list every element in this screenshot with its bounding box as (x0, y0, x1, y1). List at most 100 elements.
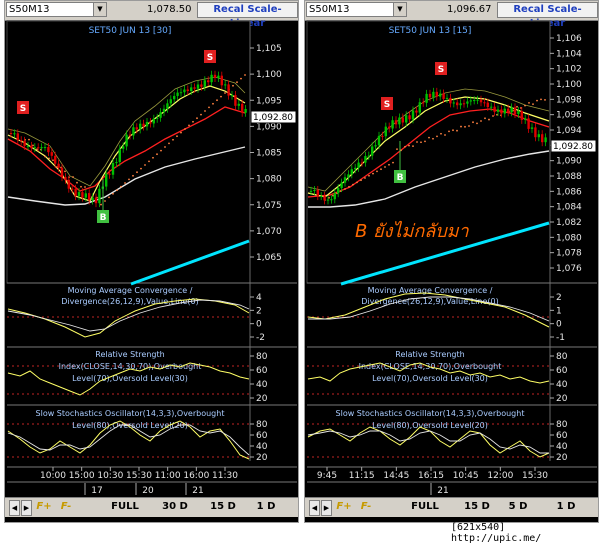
right-candle-body (534, 127, 537, 138)
left-price-tick-label: 1,080 (256, 175, 282, 185)
left-chart-title: SET50 JUN 13 [30] (89, 26, 172, 36)
right-candle-body (524, 118, 527, 120)
right-time-tick-label: 11:15 (349, 471, 375, 481)
left-time-tick-label: 10:00 (40, 471, 66, 481)
left-candle-body (244, 108, 247, 113)
zoom-out-button[interactable]: F- (57, 500, 75, 514)
left-candle-body (91, 197, 94, 201)
right-candle-body (466, 101, 469, 104)
right-candle-body (418, 102, 421, 113)
right-sar-dot (352, 183, 354, 186)
right-time-tick-label: 9:45 (317, 471, 337, 481)
left-rsi-tick-label: 80 (256, 352, 268, 362)
right-candle-body (493, 106, 496, 112)
left-sar-dot (80, 185, 82, 188)
range-1d-button[interactable]: 1 D (251, 500, 281, 514)
right-sar-dot (524, 104, 526, 107)
left-candle-body (241, 103, 244, 113)
right-price-tick-label: 1,102 (556, 65, 582, 75)
right-candle-body (309, 190, 313, 192)
left-price-tick-label: 1,090 (256, 122, 282, 132)
zoom-out-button[interactable]: F- (357, 500, 375, 514)
left-candle-body (166, 103, 169, 109)
left-candle-body (156, 117, 159, 119)
right-stoch-tick-label: 80 (556, 420, 568, 430)
left-sar-dot (196, 117, 198, 120)
range-5d-button[interactable]: 5 D (503, 500, 533, 514)
right-macd-tick-label: -1 (556, 333, 565, 343)
right-chart-canvas[interactable]: SET50 JUN 13 [15] 1,106 1,104 1,102 1,100 1,… (305, 1, 598, 497)
zoom-in-button[interactable]: F+ (335, 500, 353, 514)
left-stoch-axis: 80604020 (250, 420, 268, 463)
range-30d-button[interactable]: 30 D (155, 500, 195, 514)
left-rsi-axis: 80 60 40 20 (250, 352, 268, 404)
left-macd-tick-label: 0 (256, 320, 262, 330)
right-candle-body (479, 99, 483, 103)
image-caption: [621x540] http://upic.me/ (451, 522, 542, 544)
right-candle-body (439, 93, 442, 97)
left-candle-body (64, 177, 67, 180)
right-candle-body (360, 162, 364, 164)
left-range-toolbar: ◀ ▶ F+ F- FULL 30 D 15 D 1 D (5, 497, 298, 517)
left-price-tick-label: 1,065 (256, 253, 282, 263)
right-candle-body (326, 199, 330, 201)
right-sell-signal-label-2: S (438, 65, 444, 75)
right-candle-body (320, 195, 323, 197)
right-macd-tick-label: 1 (556, 306, 562, 316)
left-price-tick-label: 1,095 (256, 96, 282, 106)
left-sar-dot (104, 200, 106, 202)
range-full-button[interactable]: FULL (405, 500, 445, 514)
left-price-tick-label: 1,070 (256, 227, 282, 237)
right-candle-body (340, 182, 343, 189)
left-sar-dot (144, 164, 146, 166)
left-price-tick-label: 1,085 (256, 149, 282, 159)
right-sar-dot (484, 117, 486, 120)
right-candle-body (398, 117, 401, 125)
right-time-tick-label: 14:45 (383, 471, 409, 481)
left-candle-body (118, 148, 121, 163)
scroll-left-icon[interactable]: ◀ (309, 500, 320, 516)
right-candle-body (422, 102, 425, 104)
right-sar-dot (364, 177, 366, 179)
scroll-left-icon[interactable]: ◀ (9, 500, 20, 516)
right-macd-tick-label: 2 (556, 293, 562, 303)
range-full-button[interactable]: FULL (105, 500, 145, 514)
range-15d-button[interactable]: 15 D (203, 500, 243, 514)
left-candle-body (162, 108, 166, 113)
right-sar-dot (428, 136, 430, 139)
left-chart-canvas[interactable]: SET50 JUN 13 [30] 1,1051,1001,0951,0901,… (5, 1, 298, 497)
right-rsi-tick-label: 40 (556, 380, 568, 390)
right-candle-body (350, 169, 353, 175)
left-date-tick-label: 20 (142, 486, 154, 496)
right-price-tick-label: 1,078 (556, 249, 582, 259)
left-time-tick-label: 10:30 (97, 471, 123, 481)
left-sar-dot (184, 128, 186, 130)
range-15d-button[interactable]: 15 D (457, 500, 497, 514)
right-candle-body (500, 109, 503, 114)
right-price-tick-label: 1,082 (556, 218, 582, 228)
scroll-right-icon[interactable]: ▶ (21, 500, 32, 516)
right-candle-body (388, 126, 391, 129)
right-chart-window: S50M13▼ 1,096.67 Recal Scale-Linear SET5… (304, 0, 599, 523)
left-last-price-text: 1,092.80 (253, 113, 293, 123)
right-candle-body (459, 103, 462, 106)
right-candle-body (377, 135, 381, 146)
right-range-toolbar: ◀ ▶ F+ F- FULL 15 D 5 D 1 D (305, 497, 598, 517)
right-sar-dot (432, 137, 434, 140)
right-sar-dot (468, 125, 470, 127)
right-price-tick-label: 1,088 (556, 172, 582, 182)
range-1d-button[interactable]: 1 D (551, 500, 581, 514)
right-last-price-text: 1,092.80 (553, 142, 593, 152)
right-candle-body (401, 117, 404, 123)
right-sar-dot (420, 141, 422, 144)
left-sar-dot (204, 110, 206, 112)
right-stoch-tick-label: 40 (556, 442, 568, 452)
right-rsi-tick-label: 60 (556, 366, 568, 376)
zoom-in-button[interactable]: F+ (35, 500, 53, 514)
right-rsi-title-1: Relative Strength (395, 350, 464, 359)
right-candle-body (357, 162, 360, 168)
right-candle-body (381, 135, 384, 137)
scroll-right-icon[interactable]: ▶ (321, 500, 332, 516)
left-candle-body (71, 188, 74, 190)
left-macd-tick-label: -2 (256, 333, 265, 343)
